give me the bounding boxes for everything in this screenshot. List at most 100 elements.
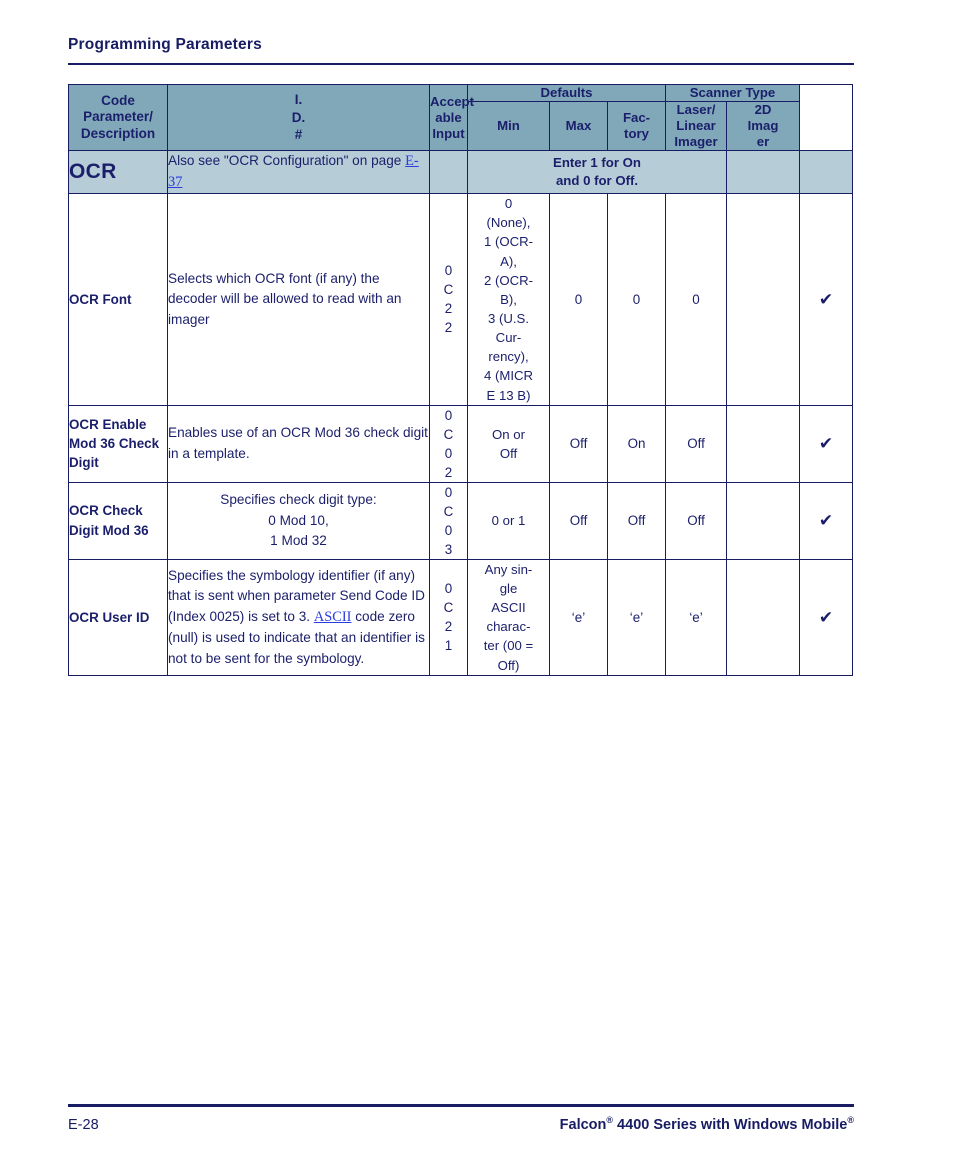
- input-line-4: charac-: [486, 619, 531, 635]
- row-description-ocr-enable-mod-36: Enables use of an OCR Mod 36 check digit…: [167, 404, 430, 483]
- footer-registered-mark-2: ®: [847, 1115, 854, 1125]
- header-id-line-1: I.: [294, 92, 303, 108]
- input-line-6: Off): [497, 657, 520, 673]
- row-min-ocr-check-digit-mod-36: Off: [549, 481, 608, 560]
- row-id-char-1: 0: [444, 407, 453, 423]
- row-id-char-2: C: [443, 426, 454, 442]
- row-min-ocr-user-id: ‘e’: [549, 558, 608, 676]
- parameters-table-wrapper: Code Parameter/ Description I. D. # Acce…: [68, 83, 854, 676]
- table-row: OCR User ID Specifies the symbology iden…: [68, 558, 854, 676]
- row-description-ocr-user-id: Specifies the symbology identifier (if a…: [167, 558, 430, 676]
- footer-divider: [68, 1104, 854, 1107]
- row-name-ocr-check-digit-mod-36: OCR Check Digit Mod 36: [68, 481, 168, 560]
- row-2d-imager-check-ocr-enable-mod-36: ✔: [799, 404, 854, 483]
- header-factory: Fac- tory: [606, 101, 667, 152]
- header-2d-line-1: 2D: [754, 102, 772, 118]
- row-max-ocr-font: 0: [606, 193, 667, 406]
- row-min-ocr-font: 0: [549, 193, 608, 406]
- desc-line-1: Specifies check digit type:: [220, 492, 377, 508]
- table-row: OCR Check Digit Mod 36 Specifies check d…: [68, 481, 854, 560]
- table-row: OCR Font Selects which OCR font (if any)…: [68, 193, 854, 406]
- input-line-3: 1 (OCR-: [483, 234, 534, 250]
- row-laser-imager-ocr-user-id: [726, 558, 801, 676]
- row-id-char-2: C: [443, 600, 454, 616]
- input-line-2: Off: [499, 445, 518, 461]
- row-description-ocr-check-digit-mod-36: Specifies check digit type: 0 Mod 10, 1 …: [167, 481, 430, 560]
- section-id-ocr: [429, 150, 468, 195]
- row-laser-imager-ocr-check-digit-mod-36: [726, 481, 801, 560]
- row-factory-ocr-check-digit-mod-36: Off: [665, 481, 728, 560]
- footer-title-part-2: 4400 Series with Windows Mobile: [613, 1116, 848, 1133]
- section-note-line-1: Enter 1 for On: [553, 154, 641, 170]
- row-id-ocr-check-digit-mod-36: 0 C 0 3: [429, 481, 468, 560]
- input-line-3: ASCII: [491, 600, 526, 616]
- row-factory-ocr-enable-mod-36: Off: [665, 404, 728, 483]
- header-laser-line-1: Laser/: [676, 102, 716, 118]
- row-acceptable-input-ocr-enable-mod-36: On or Off: [467, 404, 550, 483]
- row-acceptable-input-ocr-user-id: Any sin- gle ASCII charac- ter (00 = Off…: [467, 558, 550, 676]
- header-min: Min: [467, 101, 550, 152]
- input-line-5: ter (00 =: [483, 638, 534, 654]
- input-line-7: 3 (U.S.: [487, 310, 530, 326]
- header-2d-imager: 2D Imag er: [726, 101, 801, 152]
- page-footer: E-28 Falcon ® 4400 Series with Windows Mo…: [68, 1104, 854, 1133]
- row-name-ocr-font: OCR Font: [68, 193, 168, 406]
- row-id-char-1: 0: [444, 581, 453, 597]
- row-name-ocr-user-id: OCR User ID: [68, 558, 168, 676]
- header-id-line-3: #: [294, 127, 303, 143]
- input-line-1: 0 or 1: [491, 513, 526, 529]
- row-id-char-4: 2: [444, 320, 453, 336]
- input-line-1: Any sin-: [484, 561, 533, 577]
- header-id-line-2: D.: [291, 109, 306, 125]
- header-factory-line-2: tory: [624, 126, 649, 142]
- row-id-ocr-font: 0 C 2 2: [429, 193, 468, 406]
- row-id-ocr-enable-mod-36: 0 C 0 2: [429, 404, 468, 483]
- header-2d-line-3: er: [756, 134, 770, 150]
- row-id-char-3: 0: [444, 445, 453, 461]
- desc-line-3: 1 Mod 32: [270, 533, 327, 549]
- row-id-ocr-user-id: 0 C 2 1: [429, 558, 468, 676]
- input-line-9: rency),: [488, 349, 529, 365]
- input-line-4: A),: [500, 253, 517, 269]
- row-id-char-4: 1: [444, 638, 453, 654]
- table-row: OCR Enable Mod 36 Check Digit Enables us…: [68, 404, 854, 483]
- row-max-ocr-check-digit-mod-36: Off: [606, 481, 667, 560]
- row-2d-imager-check-ocr-check-digit-mod-36: ✔: [799, 481, 854, 560]
- link-ascii[interactable]: ASCII: [314, 609, 352, 625]
- section-note-line-2: and 0 for Off.: [555, 173, 639, 189]
- row-2d-imager-check-ocr-user-id: ✔: [799, 558, 854, 676]
- table-header: Code Parameter/ Description I. D. # Acce…: [68, 83, 853, 152]
- parameters-table: Code Parameter/ Description I. D. # Acce…: [68, 83, 854, 676]
- input-line-5: 2 (OCR-: [483, 272, 534, 288]
- header-acceptable-input: Accept able Input: [429, 83, 474, 152]
- header-acceptable-input-line-2: able: [435, 109, 462, 125]
- page-title: Programming Parameters: [68, 36, 262, 53]
- input-line-2: gle: [499, 581, 518, 597]
- row-laser-imager-ocr-enable-mod-36: [726, 404, 801, 483]
- header-id-number: I. D. #: [167, 83, 430, 152]
- header-defaults-group: Defaults: [466, 83, 667, 103]
- row-id-char-2: C: [443, 503, 454, 519]
- row-max-ocr-enable-mod-36: On: [606, 404, 667, 483]
- input-line-10: 4 (MICR: [483, 368, 534, 384]
- row-acceptable-input-ocr-check-digit-mod-36: 0 or 1: [467, 481, 550, 560]
- row-id-char-1: 0: [444, 484, 453, 500]
- header-laser-line-2: Linear: [676, 118, 716, 134]
- section-2d-ocr: [799, 150, 854, 195]
- table-header-row-1: Code Parameter/ Description I. D. # Acce…: [68, 83, 853, 152]
- row-id-char-1: 0: [444, 263, 453, 279]
- table-body: OCR Also see "OCR Configuration" on page…: [68, 150, 854, 676]
- header-code-parameter-description: Code Parameter/ Description: [68, 83, 168, 152]
- footer-title-part-1: Falcon: [559, 1116, 607, 1133]
- row-id-char-3: 2: [444, 619, 453, 635]
- section-title-ocr: OCR: [68, 150, 168, 195]
- footer-page-number: E-28: [68, 1116, 99, 1133]
- row-id-char-4: 3: [444, 541, 453, 557]
- footer-document-title: Falcon® 4400 Series with Windows Mobile®: [560, 1115, 854, 1133]
- input-line-8: Cur-: [495, 330, 522, 346]
- header-divider: [68, 63, 854, 65]
- header-max: Max: [549, 101, 608, 152]
- header-laser-line-3: Imager: [674, 134, 718, 150]
- row-description-ocr-font: Selects which OCR font (if any) the deco…: [167, 193, 430, 406]
- document-page: Programming Parameters Code Parameter/ D…: [0, 0, 954, 1159]
